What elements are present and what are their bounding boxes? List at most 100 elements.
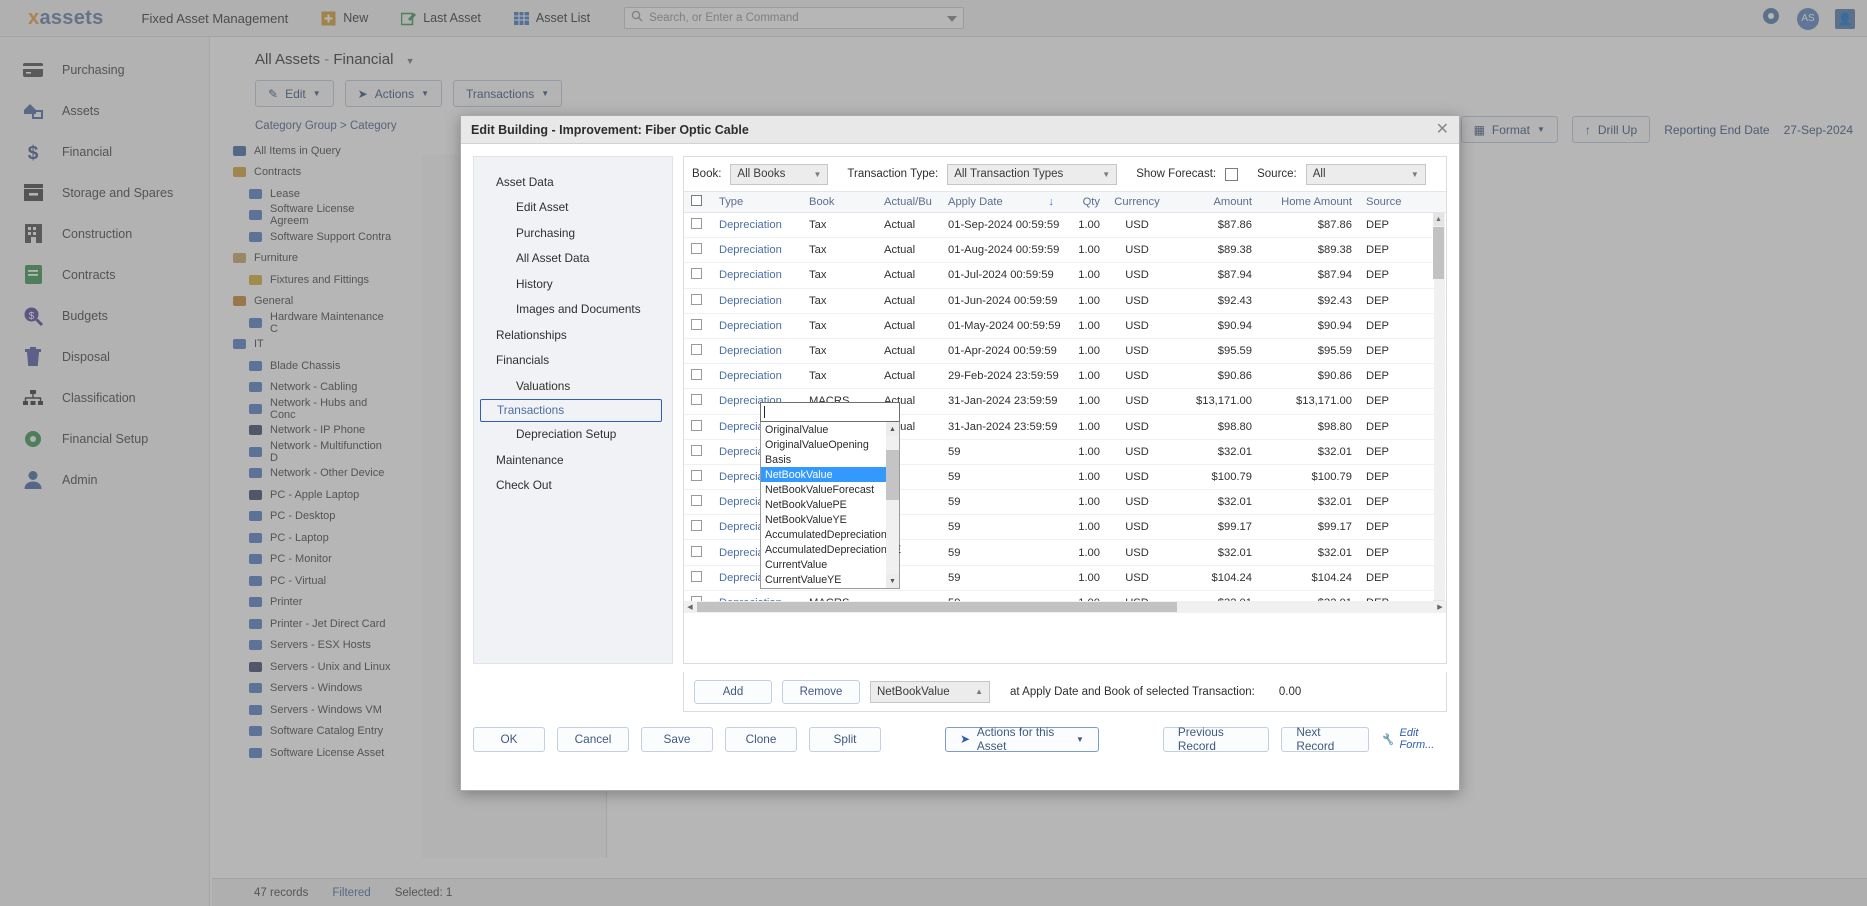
category-item[interactable]: Fixtures and Fittings bbox=[212, 269, 392, 291]
sidebar-item-financial[interactable]: $ Financial bbox=[0, 131, 209, 172]
transaction-row[interactable]: Depreciation Tax Actual 01-Jun-2024 00:59:5… bbox=[684, 289, 1446, 314]
value-field-select[interactable]: NetBookValue ▲ bbox=[870, 680, 990, 703]
save-button[interactable]: Save bbox=[641, 726, 713, 752]
hscrollbar-thumb[interactable] bbox=[697, 602, 1177, 612]
chevron-down-icon[interactable]: ▼ bbox=[406, 56, 415, 66]
dropdown-option[interactable]: NetBookValueYE bbox=[761, 513, 899, 528]
category-item[interactable]: Printer bbox=[212, 592, 392, 614]
category-item[interactable]: General bbox=[212, 291, 392, 313]
chevron-down-icon[interactable] bbox=[947, 9, 958, 27]
category-item[interactable]: Software License Asset bbox=[212, 742, 392, 764]
sidebar-item-admin[interactable]: Admin bbox=[0, 459, 209, 500]
transaction-row-checkbox[interactable] bbox=[684, 495, 712, 509]
category-item[interactable]: PC - Virtual bbox=[212, 570, 392, 592]
category-item[interactable]: Servers - ESX Hosts bbox=[212, 635, 392, 657]
dialog-nav-item[interactable]: Purchasing bbox=[474, 220, 672, 246]
sidebar-item-disposal[interactable]: Disposal bbox=[0, 336, 209, 377]
th-qty[interactable]: Qty bbox=[1061, 196, 1107, 208]
transaction-row[interactable]: Depreciation Tax Actual 01-Sep-2024 00:59:5… bbox=[684, 213, 1446, 239]
dialog-nav-item[interactable]: Transactions bbox=[480, 398, 662, 422]
dropdown-option[interactable]: CurrentValueYE bbox=[761, 573, 899, 588]
next-record-button[interactable]: Next Record bbox=[1281, 725, 1369, 753]
dropdown-option[interactable]: AccumulatedDepreciation bbox=[761, 528, 899, 543]
dropdown-option[interactable]: Basis bbox=[761, 452, 899, 467]
dropdown-option[interactable]: OriginalValueOpening bbox=[761, 437, 899, 452]
transactions-button[interactable]: Transactions ▼ bbox=[453, 80, 563, 107]
source-filter-select[interactable]: All ▼ bbox=[1305, 163, 1426, 185]
dropdown-option[interactable]: OriginalValue bbox=[761, 422, 899, 437]
transaction-row[interactable]: Depreciation Tax Actual 01-Aug-2024 00:59:5… bbox=[684, 238, 1446, 264]
transaction-row-checkbox[interactable] bbox=[684, 243, 712, 257]
transaction-type-select[interactable]: All Transaction Types ▼ bbox=[947, 163, 1118, 185]
breadcrumb-sub[interactable]: Financial bbox=[333, 51, 393, 68]
transaction-row[interactable]: Depreciation Tax Actual 01-Apr-2024 00:59:5… bbox=[684, 339, 1446, 365]
arrow-up-icon[interactable]: ▲ bbox=[886, 422, 899, 436]
transaction-row-checkbox[interactable] bbox=[684, 318, 712, 333]
filtered-indicator[interactable]: Filtered bbox=[332, 887, 370, 899]
sidebar-item-purchasing[interactable]: Purchasing bbox=[0, 49, 209, 90]
edit-form-link[interactable]: 🔧 Edit Form... bbox=[1381, 727, 1447, 751]
th-currency[interactable]: Currency bbox=[1107, 196, 1167, 208]
transaction-row-checkbox[interactable] bbox=[684, 218, 712, 232]
category-item[interactable]: PC - Desktop bbox=[212, 506, 392, 528]
ok-button[interactable]: OK bbox=[473, 726, 545, 752]
reporting-end-date-value[interactable]: 27-Sep-2024 bbox=[1784, 123, 1853, 137]
category-tree[interactable]: All Items in Query Contracts Lease Software… bbox=[212, 140, 392, 846]
category-item[interactable]: Software License Agreem bbox=[212, 203, 392, 227]
category-item[interactable]: Network - IP Phone bbox=[212, 420, 392, 442]
scrollbar-thumb[interactable] bbox=[1433, 227, 1444, 279]
actions-button[interactable]: ➤ Actions ▼ bbox=[344, 80, 443, 107]
category-item[interactable]: PC - Monitor bbox=[212, 549, 392, 571]
category-item[interactable]: Printer - Jet Direct Card bbox=[212, 613, 392, 635]
edit-button[interactable]: ✎ Edit ▼ bbox=[255, 80, 334, 107]
category-item[interactable]: Network - Multifunction D bbox=[212, 440, 392, 464]
transaction-row-checkbox[interactable] bbox=[684, 570, 712, 585]
category-item[interactable]: PC - Apple Laptop bbox=[212, 484, 392, 506]
category-item[interactable]: Contracts bbox=[212, 162, 392, 184]
transaction-row[interactable]: Depreciation Tax Actual 01-Jul-2024 00:59:5… bbox=[684, 263, 1446, 289]
transactions-horizontal-scrollbar[interactable]: ◀ ▶ bbox=[684, 601, 1446, 613]
th-apply-date[interactable]: Apply Date ↓ bbox=[941, 196, 1061, 208]
transaction-row-checkbox[interactable] bbox=[684, 419, 712, 434]
transaction-row-checkbox[interactable] bbox=[684, 369, 712, 383]
dialog-nav-item[interactable]: Valuations bbox=[474, 373, 672, 399]
category-item[interactable]: PC - Laptop bbox=[212, 527, 392, 549]
scroll-up-icon[interactable]: ▲ bbox=[1433, 213, 1444, 226]
dialog-nav-item[interactable]: All Asset Data bbox=[474, 246, 672, 272]
scroll-right-icon[interactable]: ▶ bbox=[1434, 603, 1446, 611]
actions-for-this-asset-button[interactable]: ➤ Actions for this Asset ▼ bbox=[945, 725, 1099, 753]
show-forecast-checkbox[interactable] bbox=[1225, 167, 1239, 181]
new-button[interactable]: New bbox=[321, 11, 368, 26]
user-icon[interactable]: 👤 bbox=[1835, 8, 1855, 29]
dropdown-options-list[interactable]: OriginalValue OriginalValueOpening Basis Ne… bbox=[760, 422, 901, 590]
dropdown-option[interactable]: NetBookValueForecast bbox=[761, 482, 899, 497]
th-actual-budget[interactable]: Actual/Bu bbox=[877, 196, 941, 208]
transaction-row-checkbox[interactable] bbox=[684, 520, 712, 534]
category-item[interactable]: IT bbox=[212, 334, 392, 356]
category-item[interactable]: Software Support Contra bbox=[212, 226, 392, 248]
transaction-row[interactable]: Depreciation Tax Actual 01-May-2024 00:59:5… bbox=[684, 314, 1446, 339]
sidebar-item-contracts[interactable]: Contracts bbox=[0, 254, 209, 295]
app-logo[interactable]: xassets bbox=[28, 7, 104, 30]
dropdown-option[interactable]: NetBookValuePE bbox=[761, 497, 899, 512]
category-item[interactable]: Servers - Windows VM bbox=[212, 699, 392, 721]
dropdown-scrollbar[interactable]: ▲ ▼ bbox=[886, 422, 899, 589]
dialog-nav-item[interactable]: Images and Documents bbox=[474, 297, 672, 323]
asset-list-button[interactable]: Asset List bbox=[513, 11, 590, 26]
close-icon[interactable]: ✕ bbox=[1436, 121, 1449, 138]
dialog-nav-item[interactable]: Depreciation Setup bbox=[474, 422, 672, 448]
drill-up-button[interactable]: ↑ Drill Up bbox=[1571, 116, 1651, 143]
category-item[interactable]: Software Catalog Entry bbox=[212, 721, 392, 743]
th-amount[interactable]: Amount bbox=[1167, 196, 1259, 208]
category-item[interactable]: Servers - Windows bbox=[212, 678, 392, 700]
avatar[interactable]: AS bbox=[1797, 7, 1819, 30]
category-item[interactable]: Network - Other Device bbox=[212, 463, 392, 485]
category-item[interactable]: Furniture bbox=[212, 248, 392, 270]
dialog-title-bar[interactable]: Edit Building - Improvement: Fiber Optic… bbox=[461, 116, 1459, 144]
previous-record-button[interactable]: Previous Record bbox=[1162, 725, 1270, 753]
dropdown-search-input[interactable] bbox=[760, 402, 900, 422]
dialog-nav-item[interactable]: Financials bbox=[474, 348, 672, 374]
transaction-row-checkbox[interactable] bbox=[684, 268, 712, 282]
category-item[interactable]: Hardware Maintenance C bbox=[212, 311, 392, 335]
transaction-row-checkbox[interactable] bbox=[684, 293, 712, 308]
